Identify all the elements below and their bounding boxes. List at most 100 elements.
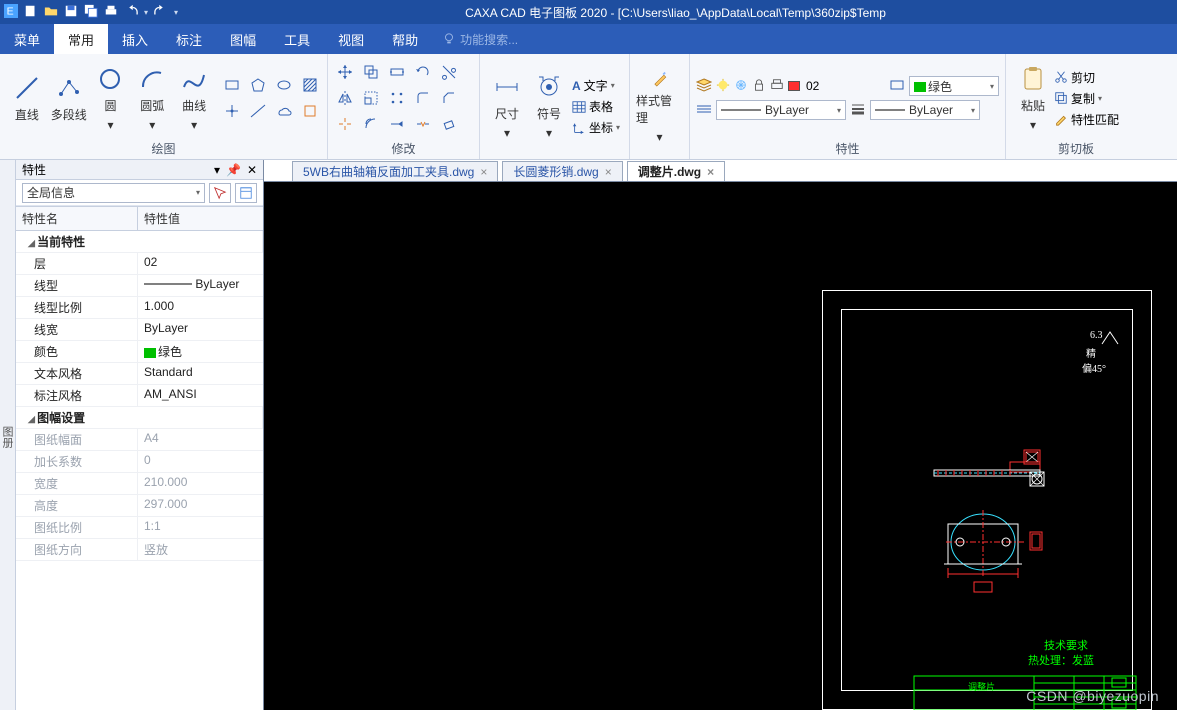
table-button[interactable]: 表格 — [572, 98, 620, 115]
move-icon[interactable] — [334, 61, 356, 83]
offset-icon[interactable] — [360, 113, 382, 135]
trim-icon[interactable] — [438, 61, 460, 83]
prop-row[interactable]: 图纸方向竖放 — [16, 539, 263, 561]
side-tab[interactable]: 图册 — [0, 160, 16, 710]
prop-row[interactable]: 颜色绿色 — [16, 341, 263, 363]
menu-main[interactable]: 菜单 — [0, 24, 54, 54]
dimension-button[interactable]: 尺寸▾ — [486, 70, 528, 144]
cloud-icon[interactable] — [273, 100, 295, 122]
mirror-icon[interactable] — [334, 87, 356, 109]
doc-tab-0[interactable]: 5WB右曲轴箱反面加工夹具.dwg× — [292, 161, 498, 181]
prop-row[interactable]: 层02 — [16, 253, 263, 275]
prop-section: 图幅设置 — [16, 407, 263, 429]
doc-tab-2[interactable]: 调整片.dwg× — [627, 161, 725, 181]
match-props-button[interactable]: 特性匹配 — [1054, 111, 1119, 128]
prop-row[interactable]: 线宽ByLayer — [16, 319, 263, 341]
rotate-icon[interactable] — [412, 61, 434, 83]
xline-icon[interactable] — [247, 100, 269, 122]
redo-icon[interactable] — [154, 4, 168, 21]
prop-head-value: 特性值 — [138, 207, 186, 230]
lock-icon[interactable] — [752, 78, 766, 95]
arc-button[interactable]: 圆弧▾ — [131, 61, 173, 135]
close-icon[interactable]: ✕ — [247, 163, 257, 177]
pin-icon[interactable]: 📌 — [226, 163, 241, 177]
menu-insert[interactable]: 插入 — [108, 24, 162, 54]
quick-access: E ▾ ▾ — [4, 4, 178, 21]
doc-tab-1[interactable]: 长圆菱形销.dwg× — [502, 161, 622, 181]
layer-match-icon[interactable] — [889, 77, 905, 96]
linetype-combo[interactable]: ByLayer▾ — [716, 100, 846, 120]
save-icon[interactable] — [64, 4, 78, 21]
quick-select-icon[interactable] — [209, 183, 231, 203]
prop-selector[interactable]: 全局信息▾ — [22, 183, 205, 203]
print-icon[interactable] — [104, 4, 118, 21]
coord-button[interactable]: 坐标▾ — [572, 119, 620, 136]
line-button[interactable]: 直线 — [6, 61, 48, 135]
prop-row[interactable]: 宽度210.000 — [16, 473, 263, 495]
undo-icon[interactable] — [124, 4, 138, 21]
circle-button[interactable]: 圆▾ — [90, 61, 132, 135]
prop-row[interactable]: 图纸幅面A4 — [16, 429, 263, 451]
fillet-icon[interactable] — [412, 87, 434, 109]
linetype-icon[interactable] — [696, 101, 712, 120]
tab-close-icon[interactable]: × — [605, 165, 612, 179]
tab-close-icon[interactable]: × — [480, 165, 487, 179]
function-search[interactable]: 功能搜索... — [442, 24, 518, 54]
erase-icon[interactable] — [438, 113, 460, 135]
saveas-icon[interactable] — [84, 4, 98, 21]
prop-row[interactable]: 线型比例1.000 — [16, 297, 263, 319]
freeze-icon[interactable] — [734, 78, 748, 95]
clip-sub: 剪切 复制▾ 特性匹配 — [1054, 69, 1119, 128]
copy-icon[interactable] — [360, 61, 382, 83]
array-icon[interactable] — [386, 87, 408, 109]
search-placeholder: 功能搜索... — [460, 31, 518, 48]
menu-annotate[interactable]: 标注 — [162, 24, 216, 54]
symbol-button[interactable]: 符号▾ — [528, 70, 570, 144]
menu-common[interactable]: 常用 — [54, 24, 108, 54]
extend-icon[interactable] — [386, 113, 408, 135]
cut-button[interactable]: 剪切 — [1054, 69, 1119, 86]
break-icon[interactable] — [412, 113, 434, 135]
open-icon[interactable] — [44, 4, 58, 21]
visibility-icon[interactable] — [716, 78, 730, 95]
lineweight-icon[interactable] — [850, 101, 866, 120]
copy-clip-button[interactable]: 复制▾ — [1054, 90, 1119, 107]
point-icon[interactable] — [221, 100, 243, 122]
color-combo[interactable]: 绿色▾ — [909, 76, 999, 96]
menu-view[interactable]: 视图 — [324, 24, 378, 54]
new-icon[interactable] — [24, 4, 38, 21]
lineweight-combo[interactable]: ByLayer▾ — [870, 100, 980, 120]
block-icon[interactable] — [299, 100, 321, 122]
prop-row[interactable]: 线型 ByLayer — [16, 275, 263, 297]
prop-row[interactable]: 图纸比例1:1 — [16, 517, 263, 539]
layer-icon[interactable] — [696, 77, 712, 96]
menu-sheet[interactable]: 图幅 — [216, 24, 270, 54]
text-button[interactable]: A文字▾ — [572, 77, 620, 94]
menu-help[interactable]: 帮助 — [378, 24, 432, 54]
rect-icon[interactable] — [221, 74, 243, 96]
group-modify: 修改 — [328, 54, 480, 159]
style-manage-button[interactable]: 样式管理▾ — [636, 70, 683, 144]
prop-row[interactable]: 标注风格AM_ANSI — [16, 385, 263, 407]
prop-row[interactable]: 文本风格Standard — [16, 363, 263, 385]
drawing-canvas[interactable]: 6.3 精 偏45° — [264, 182, 1177, 710]
scale-icon[interactable] — [360, 87, 382, 109]
menu-tools[interactable]: 工具 — [270, 24, 324, 54]
stretch-icon[interactable] — [386, 61, 408, 83]
prop-row[interactable]: 加长系数0 — [16, 451, 263, 473]
spline-button[interactable]: 曲线▾ — [173, 61, 215, 135]
tab-close-icon[interactable]: × — [707, 165, 714, 179]
hatch-icon[interactable] — [299, 74, 321, 96]
prop-row[interactable]: 高度297.000 — [16, 495, 263, 517]
polyline-button[interactable]: 多段线 — [48, 61, 90, 135]
property-panel: 特性 ▾ 📌 ✕ 全局信息▾ 特性名 特性值 当前特性层02线型 ByLayer… — [16, 160, 264, 710]
filter-icon[interactable] — [235, 183, 257, 203]
chamfer-icon[interactable] — [438, 87, 460, 109]
paste-button[interactable]: 粘贴▾ — [1012, 61, 1054, 135]
explode-icon[interactable] — [334, 113, 356, 135]
polygon-icon[interactable] — [247, 74, 269, 96]
undo-dropdown-icon[interactable]: ▾ — [144, 8, 148, 17]
print-layer-icon[interactable] — [770, 78, 784, 95]
chevron-down-icon[interactable]: ▾ — [214, 163, 220, 177]
ellipse-icon[interactable] — [273, 74, 295, 96]
